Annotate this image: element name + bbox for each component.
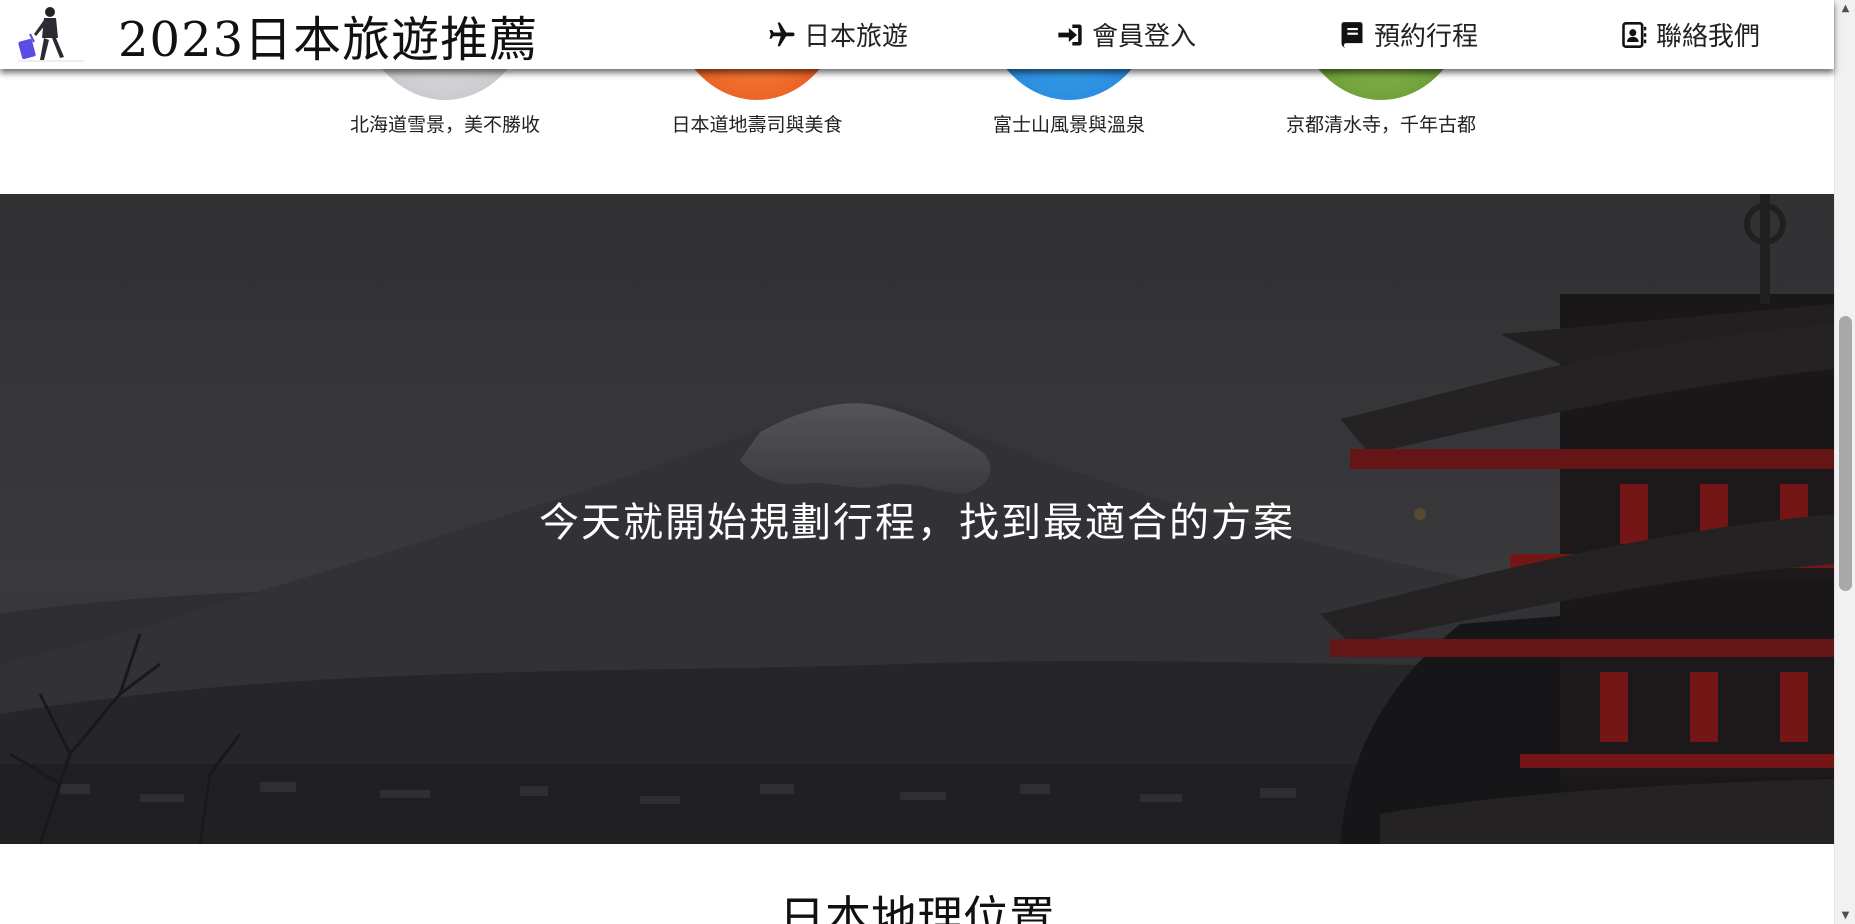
destination-caption: 富士山風景與溫泉 xyxy=(992,114,1145,136)
contact-card-icon xyxy=(1618,19,1650,51)
brand[interactable]: 2023日本旅遊推薦 xyxy=(14,0,538,69)
nav-contact-us[interactable]: 聯絡我們 xyxy=(1618,0,1760,69)
destination-caption: 北海道雪景，美不勝收 xyxy=(349,114,540,136)
nav-book-itinerary[interactable]: 預約行程 xyxy=(1336,0,1478,69)
hero-headline: 今天就開始規劃行程，找到最適合的方案 xyxy=(539,500,1295,546)
page-scrollbar[interactable]: ▲ ▼ xyxy=(1834,0,1855,924)
section-title-geography: 日本地理位置 xyxy=(779,891,1055,924)
sign-in-icon xyxy=(1054,19,1086,51)
nav-japan-travel[interactable]: 日本旅遊 xyxy=(766,0,908,69)
nav-label: 日本旅遊 xyxy=(804,22,909,52)
scroll-up-arrow-icon[interactable]: ▲ xyxy=(1835,0,1855,17)
airplane-icon xyxy=(766,19,798,51)
traveler-logo-icon xyxy=(14,0,94,69)
scroll-down-arrow-icon[interactable]: ▼ xyxy=(1835,907,1855,924)
scrollbar-thumb[interactable] xyxy=(1839,316,1852,591)
nav-member-login[interactable]: 會員登入 xyxy=(1054,0,1196,69)
nav-label: 預約行程 xyxy=(1374,22,1479,52)
nav-label: 會員登入 xyxy=(1092,22,1197,52)
top-navbar: 2023日本旅遊推薦 日本旅遊 會員登入 預約行程 聯絡我們 xyxy=(0,0,1834,69)
site-title: 2023日本旅遊推薦 xyxy=(118,11,539,68)
destination-caption: 京都清水寺，千年古都 xyxy=(1285,114,1476,136)
destination-caption: 日本道地壽司與美食 xyxy=(671,114,843,136)
nav-label: 聯絡我們 xyxy=(1656,22,1761,52)
book-icon xyxy=(1336,19,1368,51)
hero-banner: 今天就開始規劃行程，找到最適合的方案 xyxy=(0,194,1834,844)
